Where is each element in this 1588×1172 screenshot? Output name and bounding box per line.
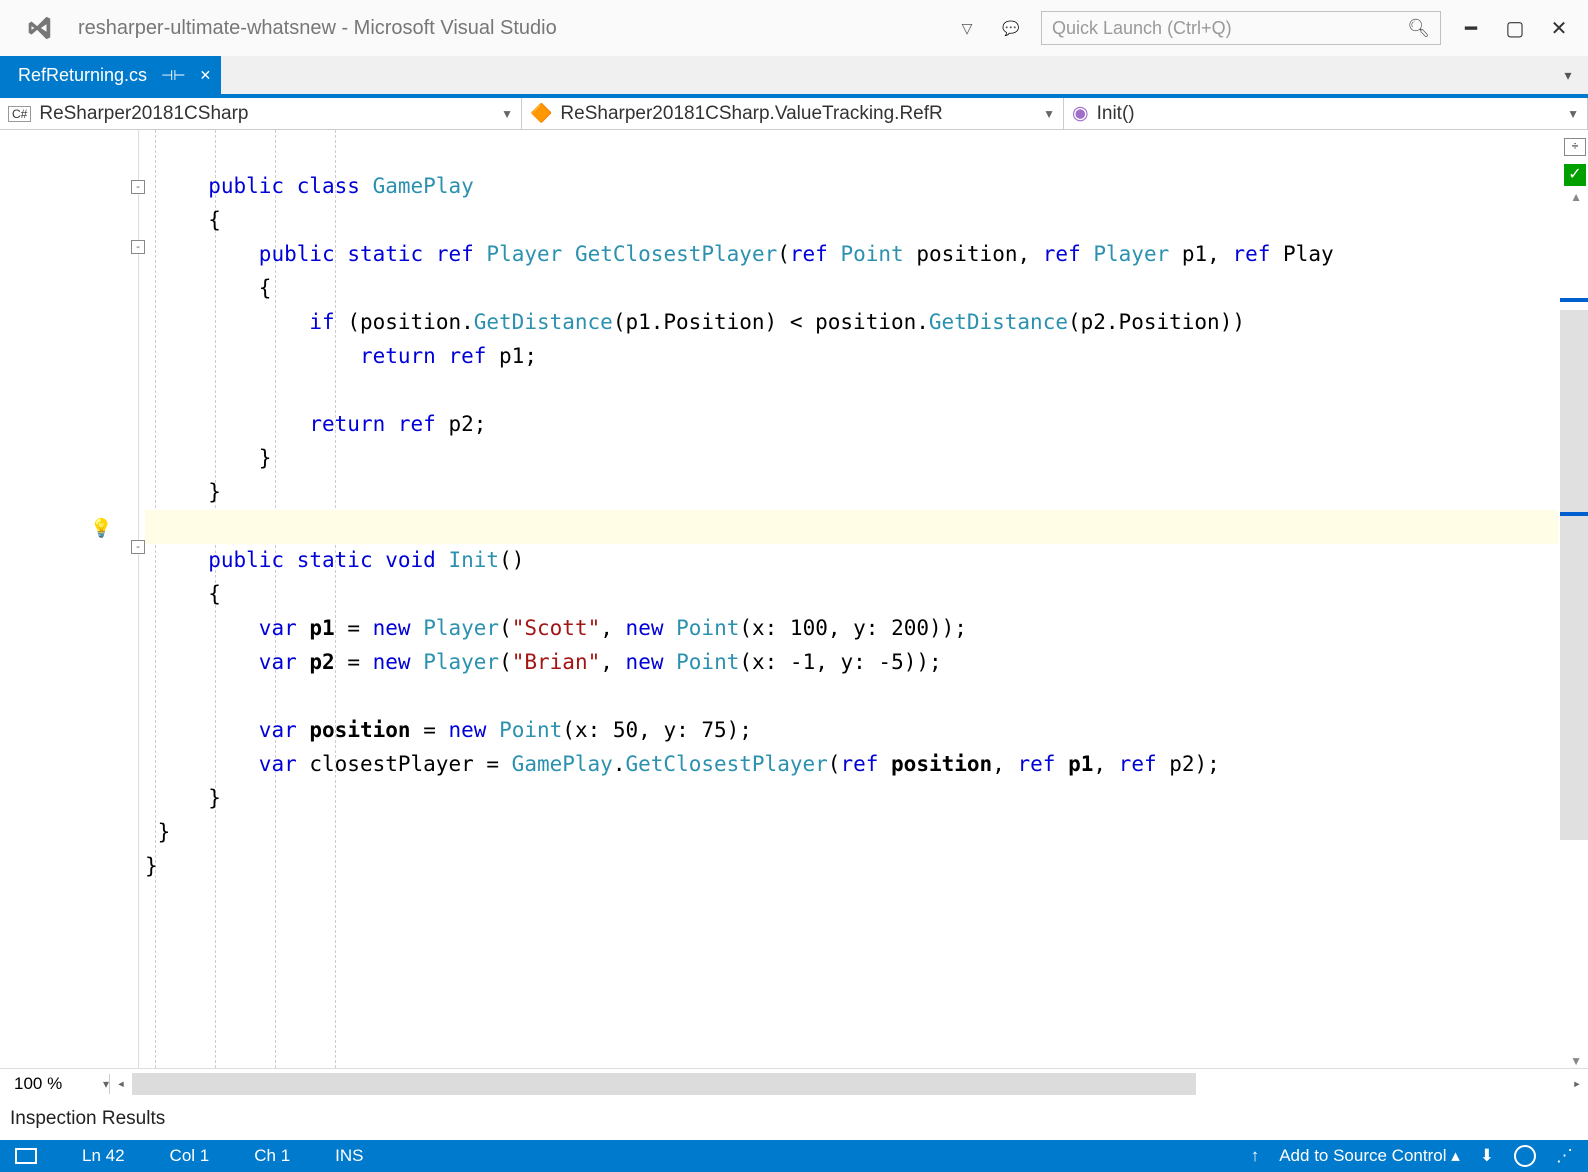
method-icon: ◉ — [1072, 102, 1089, 125]
marker-bar: ÷ ✓ ▲ ▼ — [1560, 130, 1588, 1068]
marker[interactable] — [1560, 512, 1588, 516]
resize-grip-icon[interactable]: ⋰ — [1556, 1146, 1573, 1166]
status-bar: Ln 42 Col 1 Ch 1 INS ↑ Add to Source Con… — [0, 1140, 1588, 1172]
nav-member-label: Init() — [1097, 103, 1135, 125]
status-circle-icon[interactable] — [1514, 1145, 1536, 1167]
arrow-up-icon: ↑ — [1251, 1146, 1260, 1166]
filter-icon[interactable]: ▽ — [953, 14, 981, 42]
scroll-down-icon[interactable]: ▼ — [1570, 1054, 1582, 1068]
chevron-down-icon: ▼ — [1567, 107, 1579, 121]
fold-toggle[interactable]: - — [131, 540, 145, 554]
scroll-up-icon[interactable]: ▲ — [1570, 190, 1582, 204]
status-right: ↑ Add to Source Control ▴ ⬇ ⋰ — [1251, 1145, 1573, 1167]
status-rect-icon[interactable] — [15, 1148, 37, 1164]
marker[interactable] — [1560, 298, 1588, 302]
nav-type-label: ReSharper20181CSharp.ValueTracking.RefR — [560, 103, 942, 125]
lightbulb-icon[interactable]: 💡 — [90, 518, 112, 540]
chevron-down-icon: ▾ — [103, 1077, 109, 1091]
hscroll-row: 100 % ▾ ◂ ▸ — [0, 1068, 1588, 1098]
restore-button[interactable]: ▢ — [1501, 14, 1529, 42]
code-content: public class GamePlay { public static re… — [145, 135, 1558, 883]
csharp-icon: C# — [8, 106, 31, 122]
status-ch: Ch 1 — [254, 1146, 290, 1166]
status-line: Ln 42 — [82, 1146, 125, 1166]
scroll-left-icon[interactable]: ◂ — [110, 1076, 132, 1092]
editor-gutter: 💡 — [0, 130, 105, 1068]
class-icon: 🔶 — [530, 103, 552, 124]
minimize-button[interactable]: ━ — [1457, 14, 1485, 42]
title-bar-right: ▽ 💬 Quick Launch (Ctrl+Q) 🔍︎ ━ ▢ ✕ — [953, 11, 1573, 45]
nav-namespace-label: ReSharper20181CSharp — [39, 103, 248, 125]
title-bar: resharper-ultimate-whatsnew - Microsoft … — [0, 0, 1588, 56]
fold-toggle[interactable]: - — [131, 240, 145, 254]
status-ins: INS — [335, 1146, 363, 1166]
download-icon[interactable]: ⬇ — [1480, 1146, 1494, 1166]
file-tab-active[interactable]: RefReturning.cs ⊣⊢ ✕ — [0, 56, 221, 94]
v-scrollbar-thumb[interactable] — [1560, 310, 1588, 840]
feedback-icon[interactable]: 💬 — [997, 14, 1025, 42]
chevron-down-icon: ▼ — [501, 107, 513, 121]
nav-type-dropdown[interactable]: 🔶 ReSharper20181CSharp.ValueTracking.Ref… — [522, 98, 1064, 129]
source-control-button[interactable]: Add to Source Control ▴ — [1279, 1146, 1460, 1166]
analysis-ok-icon[interactable]: ✓ — [1564, 164, 1586, 186]
window-title: resharper-ultimate-whatsnew - Microsoft … — [78, 17, 557, 40]
nav-namespace-dropdown[interactable]: C# ReSharper20181CSharp ▼ — [0, 98, 522, 129]
inspection-results-panel[interactable]: Inspection Results — [0, 1098, 1588, 1140]
solution-name: resharper-ultimate-whatsnew — [78, 17, 336, 39]
zoom-dropdown[interactable]: 100 % ▾ — [0, 1074, 110, 1094]
fold-toggle[interactable]: - — [131, 180, 145, 194]
split-icon[interactable]: ÷ — [1564, 138, 1586, 156]
pin-icon[interactable]: ⊣⊢ — [161, 67, 185, 84]
file-tab-label: RefReturning.cs — [18, 65, 147, 86]
close-button[interactable]: ✕ — [1545, 14, 1573, 42]
zoom-value: 100 % — [14, 1074, 62, 1094]
search-icon: 🔍︎ — [1407, 18, 1430, 39]
inspection-results-label: Inspection Results — [10, 1108, 165, 1130]
app-name: Microsoft Visual Studio — [354, 17, 557, 39]
close-tab-icon[interactable]: ✕ — [199, 67, 211, 84]
scroll-right-icon[interactable]: ▸ — [1566, 1076, 1588, 1092]
quick-launch-placeholder: Quick Launch (Ctrl+Q) — [1052, 18, 1232, 39]
h-scrollbar[interactable]: ◂ ▸ — [110, 1073, 1588, 1095]
chevron-down-icon: ▼ — [1043, 107, 1055, 121]
vs-logo-icon — [22, 11, 56, 45]
quick-launch-input[interactable]: Quick Launch (Ctrl+Q) 🔍︎ — [1041, 11, 1441, 45]
document-tab-strip: RefReturning.cs ⊣⊢ ✕ ▾ — [0, 56, 1588, 94]
nav-member-dropdown[interactable]: ◉ Init() ▼ — [1064, 98, 1588, 129]
code-editor[interactable]: 💡 - - - public class GamePlay { public s… — [0, 130, 1588, 1068]
tab-overflow-icon[interactable]: ▾ — [1548, 56, 1588, 94]
navigation-bar: C# ReSharper20181CSharp ▼ 🔶 ReSharper201… — [0, 94, 1588, 130]
status-col: Col 1 — [170, 1146, 210, 1166]
h-scrollbar-thumb[interactable] — [132, 1073, 1196, 1095]
